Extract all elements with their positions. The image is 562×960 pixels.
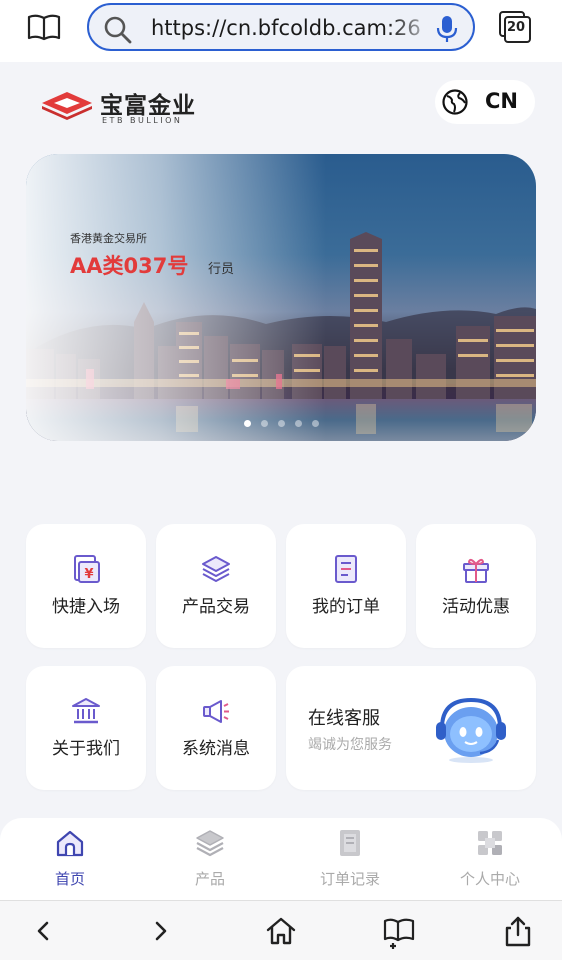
order-list-icon: [335, 555, 357, 583]
tabs-button[interactable]: 20: [498, 10, 532, 44]
nav-order-records[interactable]: 订单记录: [280, 818, 420, 900]
browser-top-bar: https://cn.bfcoldb.cam:26 20: [0, 0, 562, 62]
nav-label-profile: 个人中心: [459, 870, 520, 888]
browser-bottom-toolbar: [0, 900, 562, 960]
address-bar[interactable]: https://cn.bfcoldb.cam:26: [87, 3, 475, 51]
bank-icon: [72, 698, 100, 724]
headset-robot-mascot-icon: [436, 697, 506, 763]
nav-profile[interactable]: 个人中心: [420, 818, 560, 900]
share-button[interactable]: [500, 913, 536, 949]
tile-label-system-messages: 系统消息: [182, 739, 250, 759]
promo-banner[interactable]: 香港黄金交易所 AA类037号 行员: [26, 154, 536, 441]
nav-label-products: 产品: [194, 870, 225, 888]
tile-label-quick-entry: 快捷入场: [52, 597, 120, 617]
home-button[interactable]: [263, 913, 299, 949]
home-icon: [266, 917, 296, 945]
home-icon: [56, 830, 84, 857]
nav-label-home: 首页: [54, 870, 85, 888]
carousel-dot-1[interactable]: [244, 420, 251, 427]
tile-about-us[interactable]: 关于我们: [26, 666, 146, 790]
banner-haze-overlay: [26, 154, 326, 441]
tile-label-product-trading: 产品交易: [182, 597, 250, 617]
share-icon: [505, 916, 531, 947]
gift-icon: [463, 558, 489, 583]
carousel-dot-2[interactable]: [261, 420, 268, 427]
banner-headline-suffix: 行员: [208, 262, 235, 277]
tile-label-my-orders: 我的订单: [312, 597, 380, 617]
add-bookmark-button[interactable]: [381, 913, 417, 949]
carousel-dot-5[interactable]: [312, 420, 319, 427]
nav-home[interactable]: 首页: [0, 818, 140, 900]
banner-headline: AA类037号: [70, 254, 189, 278]
records-icon: [340, 830, 360, 856]
carousel-dot-4[interactable]: [295, 420, 302, 427]
logo-mark-icon: [42, 92, 92, 120]
app-bottom-nav: 首页 产品 订单记录 个人中心: [0, 818, 562, 900]
layers-icon: [196, 830, 224, 857]
tile-product-trading[interactable]: 产品交易: [156, 524, 276, 648]
language-label: CN: [485, 89, 518, 113]
search-icon: [104, 16, 132, 44]
microphone-icon[interactable]: [435, 14, 459, 44]
tile-quick-entry[interactable]: ¥ 快捷入场: [26, 524, 146, 648]
service-subtitle: 竭诚为您服务: [308, 737, 392, 753]
tile-label-about-us: 关于我们: [52, 739, 120, 759]
banner-subtitle: 香港黄金交易所: [70, 232, 147, 245]
back-button[interactable]: [26, 913, 62, 949]
carousel-dot-3[interactable]: [278, 420, 285, 427]
service-title: 在线客服: [308, 708, 380, 729]
logo-english-name: ETB BULLION: [102, 116, 183, 125]
tab-count: 20: [506, 20, 526, 35]
site-header: 宝富金业 ETB BULLION CN: [0, 62, 562, 146]
tile-my-orders[interactable]: 我的订单: [286, 524, 406, 648]
logo-chinese-name: 宝富金业: [100, 93, 196, 119]
tile-system-messages[interactable]: 系统消息: [156, 666, 276, 790]
bookmarks-button[interactable]: [26, 12, 62, 42]
url-text: https://cn.bfcoldb.cam:26: [151, 16, 421, 40]
tile-promotions[interactable]: 活动优惠: [416, 524, 536, 648]
tile-online-service[interactable]: 在线客服 竭诚为您服务: [286, 666, 536, 790]
language-switcher[interactable]: CN: [435, 80, 535, 124]
chevron-right-icon: [155, 921, 167, 941]
yuan-document-icon: ¥: [74, 555, 100, 583]
chevron-left-icon: [37, 921, 49, 941]
globe-icon: [442, 89, 468, 115]
layers-icon: [202, 556, 230, 582]
url-fade: [389, 5, 439, 49]
nav-label-order-records: 订单记录: [319, 870, 380, 888]
nav-products[interactable]: 产品: [140, 818, 280, 900]
book-icon: [27, 14, 61, 41]
svg-text:¥: ¥: [84, 567, 93, 582]
profile-icon: [478, 831, 502, 855]
book-plus-icon: [383, 918, 415, 949]
megaphone-icon: [203, 700, 229, 723]
tile-label-promotions: 活动优惠: [442, 597, 510, 617]
forward-button[interactable]: [142, 913, 178, 949]
brand-logo[interactable]: 宝富金业 ETB BULLION: [40, 86, 200, 126]
